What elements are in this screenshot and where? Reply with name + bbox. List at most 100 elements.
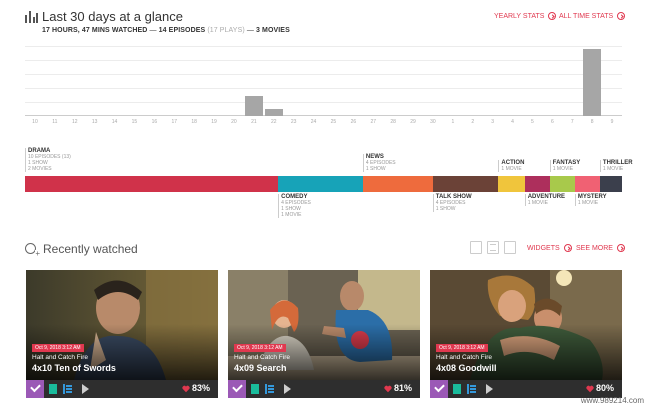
watermark: www.989214.com <box>580 396 644 405</box>
page-title: Last 30 days at a glance <box>42 9 183 24</box>
genre-label: TALK SHOW 4 EPISODES 1 SHOW <box>432 194 472 212</box>
all-time-stats-link[interactable]: ALL TIME STATS <box>559 12 626 20</box>
bar-chart-icon <box>25 11 38 23</box>
genre-label: THRILLER 1 MOVIE <box>599 160 633 172</box>
rating-percent: 80% <box>596 383 615 393</box>
show-name[interactable]: Halt and Catch Fire <box>234 354 290 361</box>
x-tick-label: 1 <box>451 119 455 125</box>
genre-label: COMEDY 4 EPISODES 1 SHOW 1 MOVIE <box>278 194 311 218</box>
day-bar[interactable] <box>264 109 283 116</box>
movie-count: 3 MOVIES <box>255 27 290 34</box>
x-tick-label: 11 <box>52 119 58 125</box>
x-tick-label: 12 <box>71 119 78 125</box>
chevron-right-icon <box>548 12 557 20</box>
episode-title[interactable]: 4x10 Ten of Swords <box>32 363 116 373</box>
day-bar[interactable] <box>583 49 602 116</box>
x-tick-label: 9 <box>610 119 614 125</box>
genre-label: NEWS 4 EPISODES 1 SHOW <box>362 154 396 172</box>
list-view-icon[interactable] <box>487 241 499 254</box>
x-tick-label: 5 <box>531 119 534 125</box>
genre-segment[interactable] <box>549 176 575 192</box>
list-icon[interactable] <box>265 384 274 394</box>
x-tick-label: 24 <box>310 119 317 125</box>
x-tick-label: 6 <box>550 119 554 125</box>
genre-detail: 1 MOVIE <box>527 200 548 206</box>
list-icon[interactable] <box>467 384 476 394</box>
x-tick-label: 17 <box>171 119 178 125</box>
genre-detail: 1 MOVIE <box>501 166 522 172</box>
episode-card[interactable]: Oct 9, 2018 3:12 AM Halt and Catch Fire … <box>228 270 420 398</box>
x-tick-label: 10 <box>32 119 38 125</box>
heart-icon <box>384 385 392 393</box>
x-tick-label: 22 <box>270 119 277 125</box>
chevron-right-icon <box>563 244 572 252</box>
episode-count: 14 EPISODES <box>158 27 206 34</box>
compact-view-icon[interactable] <box>504 241 516 254</box>
x-tick-label: 23 <box>290 119 297 125</box>
x-tick-label: 29 <box>410 119 416 125</box>
notes-icon[interactable] <box>251 384 259 394</box>
see-more-link[interactable]: SEE MORE <box>576 244 625 252</box>
section-title: Recently watched <box>43 242 138 256</box>
episode-thumbnail[interactable]: Oct 9, 2018 3:12 AM Halt and Catch Fire … <box>430 270 622 380</box>
episode-thumbnail[interactable]: Oct 9, 2018 3:12 AM Halt and Catch Fire … <box>228 270 420 380</box>
episode-title[interactable]: 4x09 Search <box>234 363 287 373</box>
x-tick-label: 18 <box>191 119 197 125</box>
x-tick-label: 27 <box>370 119 377 125</box>
genre-segment[interactable] <box>362 176 433 192</box>
genre-segment[interactable] <box>599 176 622 192</box>
notes-icon[interactable] <box>49 384 57 394</box>
genre-detail: 1 MOVIE <box>602 166 624 172</box>
rating-percent: 81% <box>394 383 413 393</box>
x-tick-label: 21 <box>251 119 257 125</box>
x-tick-label: 4 <box>511 119 514 125</box>
watched-check-button[interactable] <box>26 380 44 398</box>
day-bar[interactable] <box>244 96 263 116</box>
genre-segment[interactable] <box>432 176 499 192</box>
play-icon[interactable] <box>486 384 493 394</box>
list-icon[interactable] <box>63 384 72 394</box>
card-actions: 83% <box>26 380 218 398</box>
genre-detail: 2 MOVIES <box>28 166 52 172</box>
x-tick-label: 28 <box>390 119 396 125</box>
episode-card[interactable]: Oct 9, 2018 3:12 AM Halt and Catch Fire … <box>26 270 218 398</box>
separator: — <box>246 27 254 34</box>
watched-check-button[interactable] <box>430 380 448 398</box>
rating-percent: 83% <box>192 383 211 393</box>
widgets-link[interactable]: WIDGETS <box>527 244 572 252</box>
x-tick-label: 8 <box>590 119 594 125</box>
watched-check-button[interactable] <box>228 380 246 398</box>
chevron-right-icon <box>617 12 626 20</box>
genre-segment[interactable] <box>498 176 525 192</box>
episode-thumbnail[interactable]: Oct 9, 2018 3:12 AM Halt and Catch Fire … <box>26 270 218 380</box>
genre-detail: 1 MOVIE <box>577 200 599 206</box>
history-icon <box>25 243 40 258</box>
yearly-stats-link[interactable]: YEARLY STATS <box>494 12 557 20</box>
genre-segment[interactable] <box>25 176 279 192</box>
genre-segment[interactable] <box>278 176 363 192</box>
separator: — <box>149 27 157 34</box>
x-tick-label: 15 <box>131 119 138 125</box>
chevron-right-icon <box>616 244 625 252</box>
genre-label: ADVENTURE 1 MOVIE <box>524 194 565 206</box>
x-tick-label: 30 <box>430 119 436 125</box>
hours-watched: 17 HOURS, 47 MINS WATCHED <box>42 27 148 34</box>
x-tick-label: 16 <box>151 119 158 125</box>
genre-segment[interactable] <box>524 176 550 192</box>
genre-detail: 1 MOVIE <box>281 212 302 218</box>
x-tick-label: 14 <box>111 119 118 125</box>
genre-segment[interactable] <box>574 176 600 192</box>
play-icon[interactable] <box>284 384 291 394</box>
show-name[interactable]: Halt and Catch Fire <box>436 354 492 361</box>
episode-title[interactable]: 4x08 Goodwill <box>436 363 497 373</box>
x-tick-label: 19 <box>211 119 217 125</box>
show-name[interactable]: Halt and Catch Fire <box>32 354 88 361</box>
heart-icon <box>586 385 594 393</box>
episode-card[interactable]: Oct 9, 2018 3:12 AM Halt and Catch Fire … <box>430 270 622 398</box>
x-tick-label: 20 <box>231 119 237 125</box>
play-icon[interactable] <box>82 384 89 394</box>
notes-icon[interactable] <box>453 384 461 394</box>
genre-label: ACTION 1 MOVIE <box>498 160 524 172</box>
heart-icon <box>182 385 190 393</box>
grid-view-icon[interactable] <box>470 241 482 254</box>
